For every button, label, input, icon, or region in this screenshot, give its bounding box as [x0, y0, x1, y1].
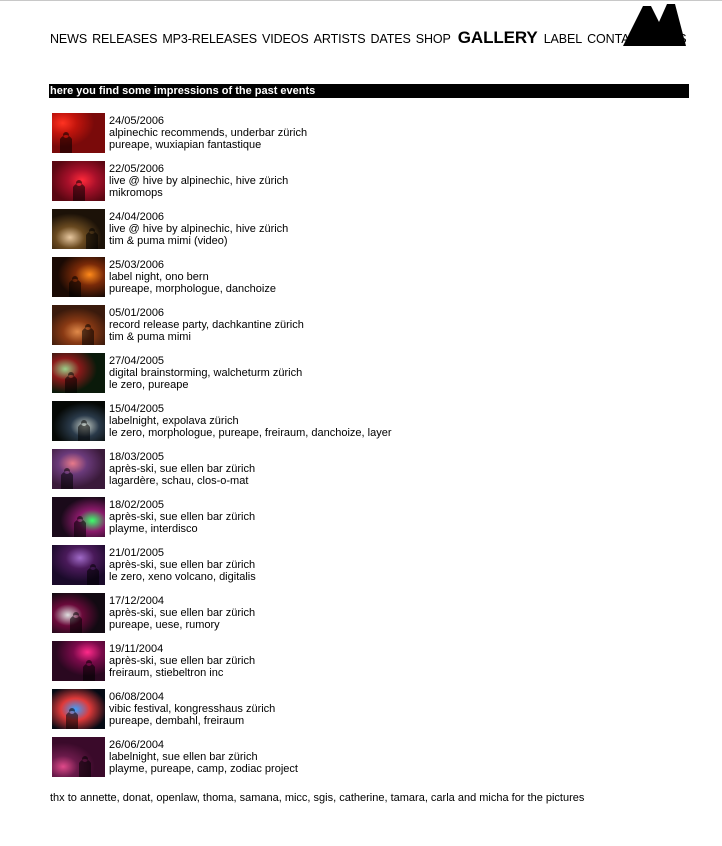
event-info: 24/04/2006 live @ hive by alpinechic, hiv… — [109, 209, 288, 247]
event-date: 27/04/2005 — [109, 355, 165, 367]
event-artists: pureape, uese, rumory — [109, 619, 220, 631]
event-artists: pureape, wuxiapian fantastique — [109, 139, 262, 151]
top-divider — [0, 0, 722, 1]
event-date: 26/06/2004 — [109, 739, 165, 751]
nav-link-releases[interactable]: RELEASES — [92, 32, 157, 46]
event-artists: tim & puma mimi — [109, 331, 191, 343]
event-info: 24/05/2006 alpinechic recommends, underba… — [109, 113, 307, 151]
gallery-list: 24/05/2006 alpinechic recommends, underba… — [52, 113, 692, 785]
main-navigation: NEWS RELEASES MP3-RELEASES VIDEOS ARTISTS DAT… — [50, 28, 692, 48]
list-item: 19/11/2004 après-ski, sue ellen bar züric… — [52, 641, 692, 689]
list-item: 22/05/2006 live @ hive by alpinechic, hiv… — [52, 161, 692, 209]
list-item: 24/05/2006 alpinechic recommends, underba… — [52, 113, 692, 161]
event-info: 05/01/2006 record release party, dachkant… — [109, 305, 304, 343]
event-date: 05/01/2006 — [109, 307, 165, 319]
event-title[interactable]: vibic festival, kongresshaus zürich — [109, 703, 275, 715]
event-info: 27/04/2005 digital brainstorming, walchet… — [109, 353, 302, 391]
nav-link-dates[interactable]: DATES — [371, 32, 411, 46]
event-info: 25/03/2006 label night, ono bern pureape, … — [109, 257, 276, 295]
event-artists: playme, pureape, camp, zodiac project — [109, 763, 298, 775]
list-item: 05/01/2006 record release party, dachkant… — [52, 305, 692, 353]
photo-credits: thx to annette, donat, openlaw, thoma, s… — [50, 792, 585, 804]
mountain-logo-icon[interactable] — [621, 2, 687, 48]
event-thumbnail[interactable] — [52, 737, 105, 777]
nav-link-gallery[interactable]: GALLERY — [458, 28, 538, 48]
nav-link-news[interactable]: NEWS — [50, 32, 87, 46]
event-artists: pureape, morphologue, danchoize — [109, 283, 276, 295]
event-thumbnail[interactable] — [52, 305, 105, 345]
event-artists: le zero, morphologue, pureape, freiraum,… — [109, 427, 392, 439]
event-date: 18/02/2005 — [109, 499, 165, 511]
event-title[interactable]: labelnight, sue ellen bar zürich — [109, 751, 298, 763]
event-info: 06/08/2004 vibic festival, kongresshaus z… — [109, 689, 275, 727]
event-title[interactable]: live @ hive by alpinechic, hive zürich — [109, 223, 288, 235]
list-item: 17/12/2004 après-ski, sue ellen bar züric… — [52, 593, 692, 641]
list-item: 18/03/2005 après-ski, sue ellen bar züric… — [52, 449, 692, 497]
event-thumbnail[interactable] — [52, 401, 105, 441]
event-info: 15/04/2005 labelnight, expolava zürich le … — [109, 401, 392, 439]
event-date: 25/03/2006 — [109, 259, 165, 271]
event-date: 06/08/2004 — [109, 691, 165, 703]
event-thumbnail[interactable] — [52, 449, 105, 489]
list-item: 15/04/2005 labelnight, expolava zürich le … — [52, 401, 692, 449]
intro-banner: here you find some impressions of the pa… — [49, 84, 689, 98]
event-thumbnail[interactable] — [52, 257, 105, 297]
event-thumbnail[interactable] — [52, 113, 105, 153]
event-info: 18/03/2005 après-ski, sue ellen bar züric… — [109, 449, 255, 487]
nav-link-mp3-releases[interactable]: MP3-RELEASES — [162, 32, 257, 46]
event-info: 18/02/2005 après-ski, sue ellen bar züric… — [109, 497, 255, 535]
list-item: 25/03/2006 label night, ono bern pureape, … — [52, 257, 692, 305]
event-date: 24/04/2006 — [109, 211, 165, 223]
event-title[interactable]: labelnight, expolava zürich — [109, 415, 392, 427]
event-info: 17/12/2004 après-ski, sue ellen bar züric… — [109, 593, 255, 631]
event-title[interactable]: alpinechic recommends, underbar zürich — [109, 127, 307, 139]
event-date: 17/12/2004 — [109, 595, 165, 607]
event-thumbnail[interactable] — [52, 209, 105, 249]
event-artists: lagardère, schau, clos-o-mat — [109, 475, 249, 487]
event-artists: pureape, dembahl, freiraum — [109, 715, 245, 727]
event-title[interactable]: record release party, dachkantine zürich — [109, 319, 304, 331]
event-title[interactable]: après-ski, sue ellen bar zürich — [109, 607, 255, 619]
event-date: 21/01/2005 — [109, 547, 165, 559]
event-info: 21/01/2005 après-ski, sue ellen bar züric… — [109, 545, 256, 583]
event-artists: le zero, xeno volcano, digitalis — [109, 571, 256, 583]
event-thumbnail[interactable] — [52, 497, 105, 537]
event-title[interactable]: après-ski, sue ellen bar zürich — [109, 463, 255, 475]
event-info: 19/11/2004 après-ski, sue ellen bar züric… — [109, 641, 255, 679]
event-title[interactable]: digital brainstorming, walcheturm zürich — [109, 367, 302, 379]
event-date: 22/05/2006 — [109, 163, 165, 175]
event-thumbnail[interactable] — [52, 593, 105, 633]
event-thumbnail[interactable] — [52, 545, 105, 585]
event-title[interactable]: après-ski, sue ellen bar zürich — [109, 655, 255, 667]
event-date: 15/04/2005 — [109, 403, 165, 415]
event-date: 19/11/2004 — [109, 643, 164, 655]
event-date: 24/05/2006 — [109, 115, 165, 127]
list-item: 21/01/2005 après-ski, sue ellen bar züric… — [52, 545, 692, 593]
event-thumbnail[interactable] — [52, 689, 105, 729]
event-thumbnail[interactable] — [52, 353, 105, 393]
event-title[interactable]: label night, ono bern — [109, 271, 276, 283]
list-item: 06/08/2004 vibic festival, kongresshaus z… — [52, 689, 692, 737]
event-thumbnail[interactable] — [52, 161, 105, 201]
list-item: 18/02/2005 après-ski, sue ellen bar züric… — [52, 497, 692, 545]
event-artists: playme, interdisco — [109, 523, 198, 535]
nav-link-shop[interactable]: SHOP — [416, 32, 451, 46]
event-info: 22/05/2006 live @ hive by alpinechic, hiv… — [109, 161, 288, 199]
event-date: 18/03/2005 — [109, 451, 165, 463]
nav-link-videos[interactable]: VIDEOS — [262, 32, 309, 46]
event-artists: le zero, pureape — [109, 379, 189, 391]
list-item: 26/06/2004 labelnight, sue ellen bar züri… — [52, 737, 692, 785]
event-title[interactable]: après-ski, sue ellen bar zürich — [109, 511, 255, 523]
event-artists: mikromops — [109, 187, 163, 199]
event-artists: tim & puma mimi (video) — [109, 235, 228, 247]
list-item: 24/04/2006 live @ hive by alpinechic, hiv… — [52, 209, 692, 257]
nav-link-label[interactable]: LABEL — [544, 32, 583, 46]
event-artists: freiraum, stiebeltron inc — [109, 667, 224, 679]
event-title[interactable]: live @ hive by alpinechic, hive zürich — [109, 175, 288, 187]
nav-link-artists[interactable]: ARTISTS — [314, 32, 366, 46]
list-item: 27/04/2005 digital brainstorming, walchet… — [52, 353, 692, 401]
event-thumbnail[interactable] — [52, 641, 105, 681]
event-title[interactable]: après-ski, sue ellen bar zürich — [109, 559, 256, 571]
event-info: 26/06/2004 labelnight, sue ellen bar züri… — [109, 737, 298, 775]
